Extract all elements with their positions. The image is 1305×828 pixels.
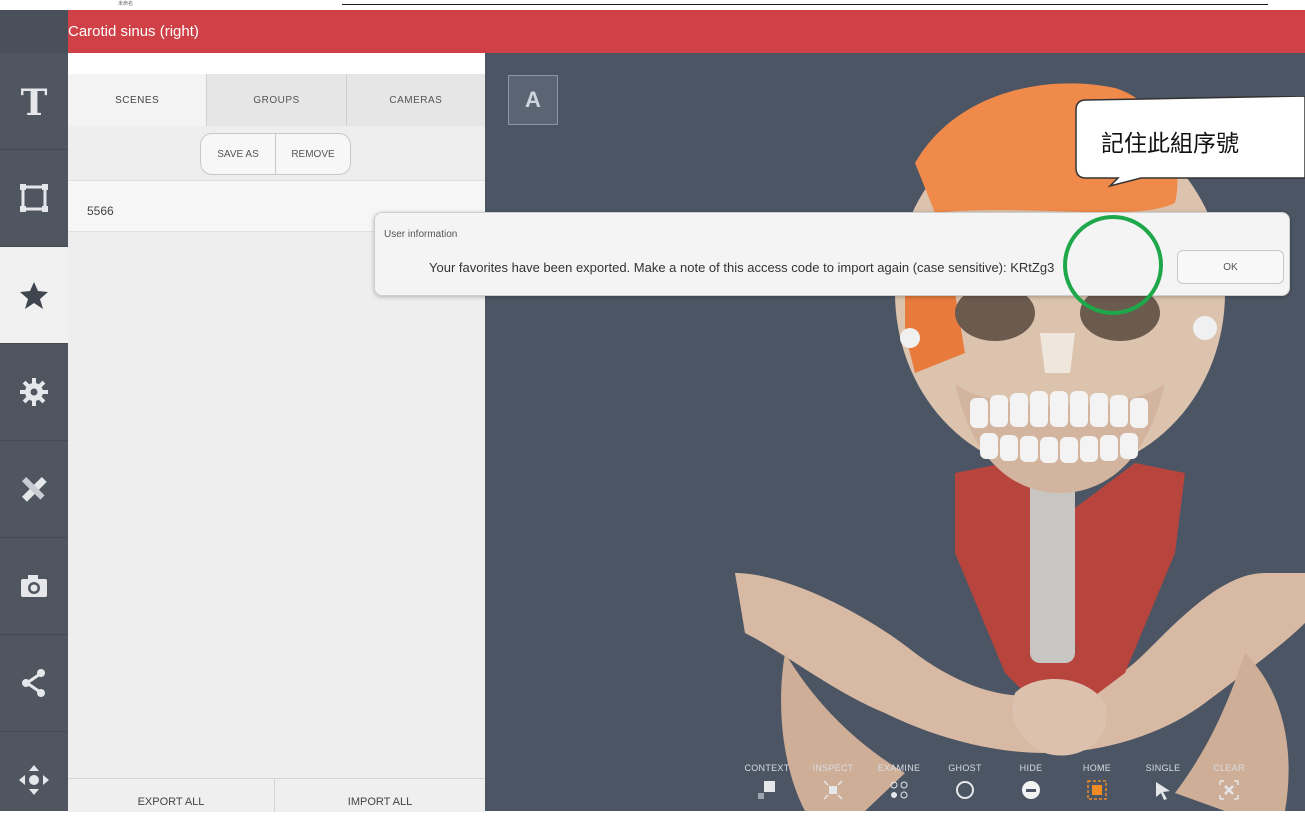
clear-icon <box>1219 780 1239 800</box>
header-bar: Carotid sinus (right) <box>68 10 1305 53</box>
context-icon <box>758 781 775 799</box>
structure-title: Carotid sinus (right) <box>68 23 199 40</box>
ghost-icon <box>956 781 974 799</box>
sidebar-item-camera[interactable] <box>0 538 68 635</box>
single-label: SINGLE <box>1145 763 1181 773</box>
share-icon <box>22 669 45 697</box>
panel-top-space <box>68 53 485 74</box>
panel-footer: EXPORT ALL IMPORT ALL <box>68 778 485 812</box>
highlight-circle <box>1063 215 1163 315</box>
view-toolbar: CONTEXT INSPECT EXAMINE GHOST HIDE HOME … <box>735 763 1305 811</box>
sidebar-item-favorites[interactable] <box>0 247 68 344</box>
frame-icon <box>20 184 48 212</box>
top-divider <box>342 4 1268 5</box>
examine-icon <box>890 781 908 799</box>
svg-text:T: T <box>21 84 48 118</box>
ok-button[interactable]: OK <box>1177 250 1284 284</box>
sidebar-item-text[interactable]: T <box>0 53 68 150</box>
ghost-tool[interactable]: GHOST <box>933 763 997 806</box>
move-arrows-icon <box>19 765 49 795</box>
hide-tool[interactable]: HIDE <box>999 763 1063 806</box>
sidebar-item-move[interactable] <box>0 732 68 828</box>
clear-tool[interactable]: CLEAR <box>1197 763 1261 806</box>
inspect-label: INSPECT <box>812 763 854 773</box>
dialog-message: Your favorites have been exported. Make … <box>429 260 1055 275</box>
text-icon: T <box>21 84 48 118</box>
gear-icon <box>20 378 48 406</box>
remove-button[interactable]: REMOVE <box>275 134 350 174</box>
top-strip: 未命名 <box>0 0 1305 10</box>
sidebar-item-tools[interactable] <box>0 441 68 538</box>
context-label: CONTEXT <box>744 763 790 773</box>
top-strip-text: 未命名 <box>118 1 134 7</box>
scene-name: 5566 <box>87 204 114 218</box>
import-all-button[interactable]: IMPORT ALL <box>275 779 485 812</box>
tab-scenes[interactable]: SCENES <box>68 74 207 126</box>
examine-label: EXAMINE <box>877 763 921 773</box>
ghost-label: GHOST <box>948 763 982 773</box>
examine-tool[interactable]: EXAMINE <box>867 763 931 806</box>
save-as-button[interactable]: SAVE AS <box>201 134 275 174</box>
sidebar-item-settings[interactable] <box>0 344 68 441</box>
home-icon <box>1087 780 1107 800</box>
scene-actions: SAVE AS REMOVE <box>200 133 351 175</box>
home-label: HOME <box>1082 763 1112 773</box>
tab-cameras[interactable]: CAMERAS <box>345 74 485 126</box>
inspect-icon <box>823 780 843 800</box>
sidebar-corner <box>0 10 68 53</box>
camera-icon <box>21 575 47 597</box>
hide-label: HIDE <box>1019 763 1043 773</box>
sidebar-item-frame[interactable] <box>0 150 68 247</box>
hide-icon <box>1022 781 1040 799</box>
star-icon <box>20 282 48 309</box>
panel-tabs: SCENES GROUPS CAMERAS <box>68 74 485 126</box>
sidebar-item-share[interactable] <box>0 635 68 732</box>
single-tool[interactable]: SINGLE <box>1131 763 1195 806</box>
dialog-title: User information <box>384 229 458 240</box>
inspect-tool[interactable]: INSPECT <box>801 763 865 806</box>
sidebar: T <box>0 53 68 811</box>
favorites-panel: SCENES GROUPS CAMERAS SAVE AS REMOVE 556… <box>68 53 485 812</box>
cursor-icon <box>1156 782 1170 800</box>
home-tool[interactable]: HOME <box>1065 763 1129 806</box>
tab-groups[interactable]: GROUPS <box>206 74 346 126</box>
clear-label: CLEAR <box>1213 763 1245 773</box>
export-all-button[interactable]: EXPORT ALL <box>68 779 275 812</box>
pencil-ruler-icon <box>21 476 47 502</box>
context-tool[interactable]: CONTEXT <box>735 763 799 806</box>
callout-text: 記住此組序號 <box>1101 131 1239 157</box>
callout-bubble: 記住此組序號 <box>1066 95 1305 190</box>
